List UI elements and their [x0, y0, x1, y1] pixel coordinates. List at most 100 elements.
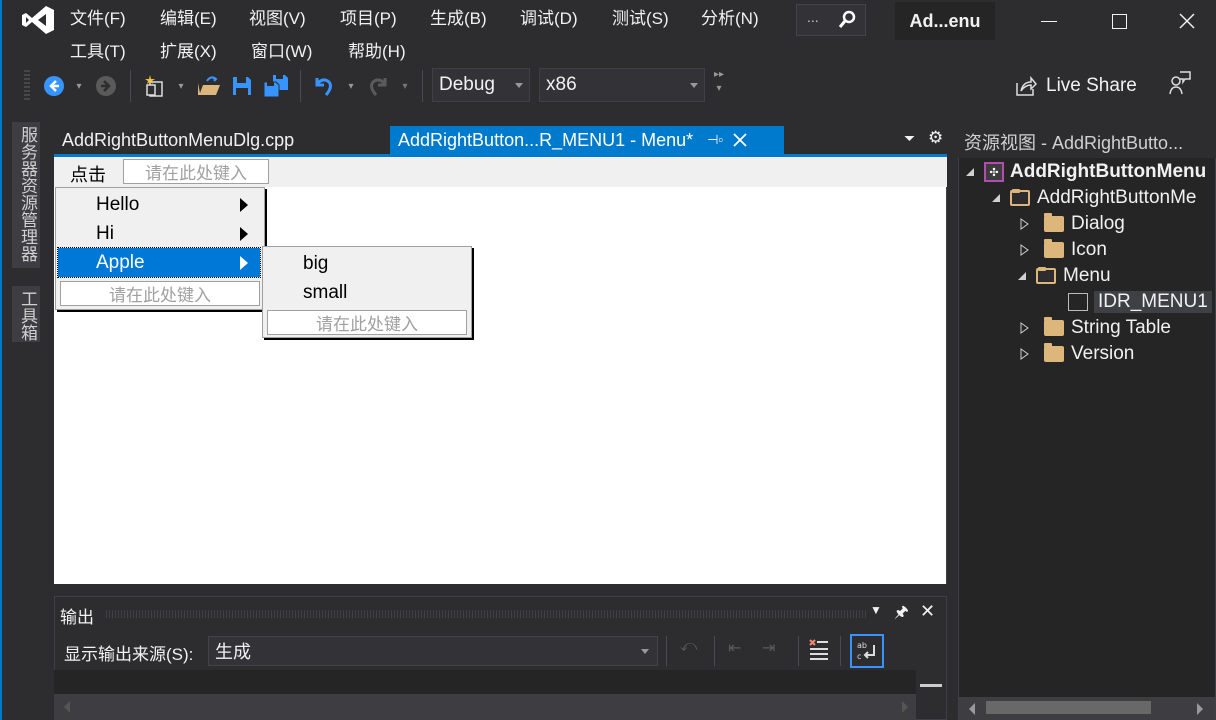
type-here-box-top[interactable]: 请在此处键入: [123, 159, 269, 184]
output-source-dropdown[interactable]: 生成: [208, 636, 658, 666]
expand-arrow-icon[interactable]: [1020, 244, 1030, 256]
menu-extensions[interactable]: 扩展(X): [160, 37, 251, 61]
submenu-item-big[interactable]: big: [263, 249, 471, 278]
next-message-button[interactable]: ⇥: [762, 638, 786, 664]
popup-item-hi[interactable]: Hi: [56, 219, 264, 248]
platform-dropdown[interactable]: x86: [539, 68, 705, 102]
output-vscrollbar[interactable]: [916, 670, 946, 694]
chevron-down-icon: [690, 83, 698, 88]
back-dropdown-icon[interactable]: ▾: [72, 72, 86, 100]
scrollbar-thumb[interactable]: [986, 701, 1151, 714]
tab-cpp-file[interactable]: AddRightButtonMenuDlg.cpp: [54, 126, 302, 154]
feedback-button[interactable]: [1168, 70, 1194, 98]
tab-menu-resource[interactable]: AddRightButton...R_MENU1 - Menu* ⊣▫: [390, 126, 784, 154]
menu-debug[interactable]: 调试(D): [520, 4, 612, 28]
menu-build[interactable]: 生成(B): [430, 4, 520, 28]
settings-gear-icon[interactable]: ⚙: [928, 128, 948, 148]
undo-button[interactable]: [312, 72, 336, 100]
popup-item-hello[interactable]: Hello: [56, 190, 264, 219]
save-all-button[interactable]: [262, 72, 290, 100]
word-wrap-toggle[interactable]: ab c: [850, 634, 884, 668]
navigate-forward-button[interactable]: [94, 72, 118, 100]
search-box[interactable]: ...: [796, 4, 866, 36]
output-title-grip[interactable]: [106, 610, 866, 618]
pin-tab-icon[interactable]: ⊣▫: [707, 132, 723, 148]
goto-code-icon: ⤺: [680, 638, 698, 655]
scroll-left-icon[interactable]: [64, 701, 70, 713]
submenu-item-label: small: [303, 281, 348, 303]
scroll-right-icon[interactable]: [902, 701, 908, 713]
submenu-arrow-icon: [240, 256, 248, 270]
tree-node-string-table[interactable]: String Table: [1020, 315, 1171, 341]
clear-all-icon: [809, 639, 828, 660]
tree-node-version[interactable]: Version: [1020, 341, 1134, 367]
tree-node-label: String Table: [1071, 317, 1171, 338]
scrollbar-thumb[interactable]: [920, 684, 942, 687]
minimize-button[interactable]: [1026, 6, 1072, 36]
folder-open-icon: [1036, 267, 1056, 284]
save-button[interactable]: [230, 72, 254, 100]
clear-all-button[interactable]: [808, 638, 832, 664]
collapse-arrow-icon[interactable]: [966, 168, 974, 176]
tree-node-idr-menu1[interactable]: IDR_MENU1: [1068, 289, 1212, 315]
expand-arrow-icon[interactable]: [1020, 218, 1030, 230]
menu-view[interactable]: 视图(V): [249, 4, 340, 28]
type-here-box-popup[interactable]: 请在此处键入: [60, 281, 260, 306]
maximize-button[interactable]: [1096, 6, 1142, 36]
collapse-arrow-icon[interactable]: [992, 194, 1000, 202]
menu-edit[interactable]: 编辑(E): [160, 4, 249, 28]
undo-dropdown-icon[interactable]: ▾: [344, 72, 358, 100]
toolbar-overflow-button[interactable]: ▸▸ ▾: [712, 68, 726, 104]
side-tab-toolbox[interactable]: 工具箱: [12, 286, 40, 342]
expand-arrow-icon[interactable]: [1020, 348, 1030, 360]
menu-editor-bar: 点击 请在此处键入: [54, 157, 947, 187]
output-hscrollbar[interactable]: [54, 694, 916, 720]
close-tab-icon[interactable]: [733, 133, 747, 147]
menu-help[interactable]: 帮助(H): [348, 37, 428, 61]
output-dropdown-icon[interactable]: ▼: [870, 603, 882, 617]
side-tab-server-explorer[interactable]: 服务器资源管理器: [12, 122, 40, 268]
scroll-right-icon[interactable]: [1197, 703, 1203, 715]
previous-message-icon: ⇤: [728, 640, 742, 657]
menu-test[interactable]: 测试(S): [612, 4, 701, 28]
redo-button[interactable]: [366, 72, 390, 100]
live-share-button[interactable]: Live Share: [1014, 72, 1137, 100]
scroll-left-icon[interactable]: [969, 703, 975, 715]
menu-top-item[interactable]: 点击: [70, 161, 106, 187]
tree-node-rc-file[interactable]: AddRightButtonMe: [992, 185, 1197, 211]
menu-project[interactable]: 项目(P): [340, 4, 430, 28]
menu-resource-icon: [1068, 293, 1088, 311]
tree-node-dialog[interactable]: Dialog: [1020, 211, 1125, 237]
tree-node-project[interactable]: ✣ AddRightButtonMenu: [966, 159, 1206, 185]
resource-view-title: 资源视图 - AddRightButto...: [958, 126, 1216, 158]
redo-dropdown-icon[interactable]: ▾: [398, 72, 412, 100]
previous-message-button[interactable]: ⇤: [728, 638, 752, 664]
popup-item-apple[interactable]: Apple: [57, 247, 261, 278]
tree-node-icon[interactable]: Icon: [1020, 237, 1107, 263]
find-message-in-code-button[interactable]: ⤺: [680, 638, 704, 664]
navigate-back-button[interactable]: [42, 72, 66, 100]
toolbar-grip[interactable]: [24, 70, 30, 102]
open-file-button[interactable]: [196, 72, 222, 100]
menu-window[interactable]: 窗口(W): [251, 37, 348, 61]
output-close-icon[interactable]: ✕: [920, 601, 935, 622]
output-text-area[interactable]: [54, 670, 916, 694]
tree-node-menu[interactable]: Menu: [1018, 263, 1111, 289]
submenu-arrow-icon: [240, 227, 248, 241]
new-dropdown-icon[interactable]: ▾: [174, 72, 188, 100]
menu-tools[interactable]: 工具(T): [70, 37, 160, 61]
output-pin-icon[interactable]: 🖈: [894, 601, 909, 628]
output-title: 输出: [60, 608, 94, 627]
resource-view-hscrollbar[interactable]: [959, 697, 1215, 720]
submenu-item-small[interactable]: small: [263, 278, 471, 307]
type-here-box-submenu[interactable]: 请在此处键入: [267, 310, 467, 335]
configuration-dropdown[interactable]: Debug: [432, 68, 530, 102]
collapse-arrow-icon[interactable]: [1018, 272, 1026, 280]
tab-list-dropdown-icon[interactable]: ⏷: [904, 130, 920, 150]
expand-arrow-icon[interactable]: [1020, 322, 1030, 334]
close-window-button[interactable]: [1164, 6, 1210, 36]
new-project-button[interactable]: [142, 72, 168, 100]
menu-file[interactable]: 文件(F): [70, 4, 160, 28]
redo-icon: [370, 78, 387, 96]
menu-analyze[interactable]: 分析(N): [701, 4, 781, 28]
